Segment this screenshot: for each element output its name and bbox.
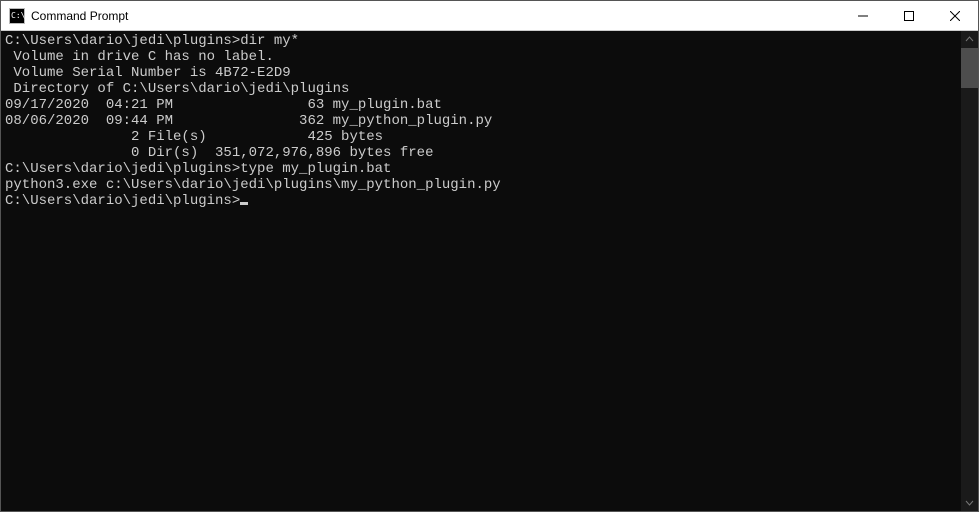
minimize-button[interactable] [840,1,886,30]
terminal-line: C:\Users\dario\jedi\plugins>type my_plug… [5,161,957,177]
vertical-scrollbar[interactable] [961,31,978,511]
cmd-icon: C:\ [9,8,25,24]
terminal-line: python3.exe c:\Users\dario\jedi\plugins\… [5,177,957,193]
terminal-line: C:\Users\dario\jedi\plugins>dir my* [5,33,957,49]
titlebar[interactable]: C:\ Command Prompt [1,1,978,31]
scroll-track[interactable] [961,48,978,494]
window-frame: C:\ Command Prompt C:\Users\dario\jedi\p… [0,0,979,512]
terminal-line: 2 File(s) 425 bytes [5,129,957,145]
terminal-line: 0 Dir(s) 351,072,976,896 bytes free [5,145,957,161]
terminal-line: Volume Serial Number is 4B72-E2D9 [5,65,957,81]
terminal-prompt: C:\Users\dario\jedi\plugins> [5,193,957,209]
scroll-thumb[interactable] [961,48,978,88]
terminal-line: Directory of C:\Users\dario\jedi\plugins [5,81,957,97]
scroll-down-arrow-icon[interactable] [961,494,978,511]
client-area: C:\Users\dario\jedi\plugins>dir my* Volu… [1,31,978,511]
cursor-icon [240,202,248,205]
close-button[interactable] [932,1,978,30]
terminal-line: 08/06/2020 09:44 PM 362 my_python_plugin… [5,113,957,129]
svg-text:C:\: C:\ [11,11,25,20]
scroll-up-arrow-icon[interactable] [961,31,978,48]
terminal[interactable]: C:\Users\dario\jedi\plugins>dir my* Volu… [1,31,961,511]
maximize-button[interactable] [886,1,932,30]
window-title: Command Prompt [31,9,128,23]
terminal-line: Volume in drive C has no label. [5,49,957,65]
window-controls [840,1,978,30]
terminal-line: 09/17/2020 04:21 PM 63 my_plugin.bat [5,97,957,113]
